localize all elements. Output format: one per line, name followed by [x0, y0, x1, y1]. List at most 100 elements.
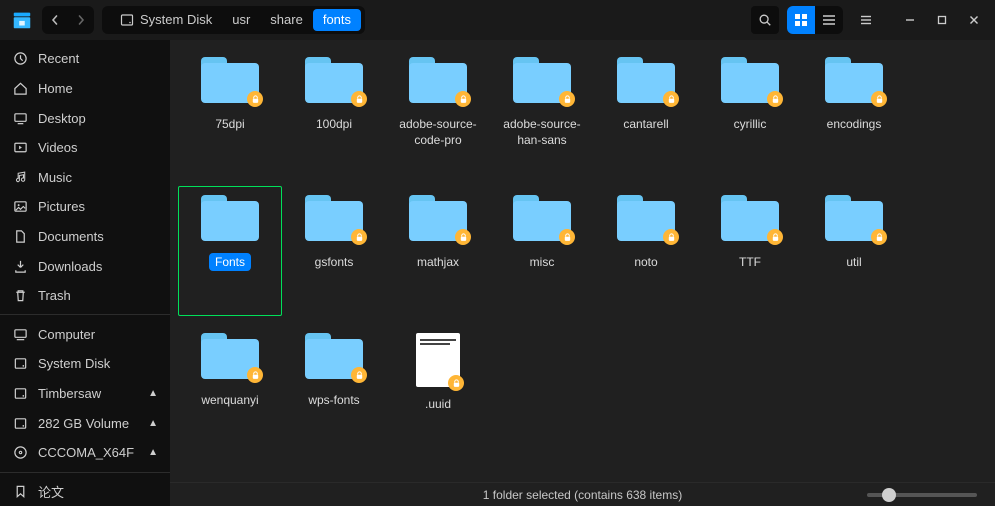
lock-badge-icon [455, 229, 471, 245]
menu-button[interactable] [851, 5, 881, 35]
folder-item[interactable]: gsfonts [282, 186, 386, 316]
lock-badge-icon [247, 91, 263, 107]
folder-icon [409, 57, 467, 103]
item-label: .uuid [419, 395, 457, 413]
item-label: cantarell [617, 115, 674, 133]
sidebar-item[interactable]: Recent [0, 44, 170, 74]
folder-item[interactable]: TTF [698, 186, 802, 316]
sidebar-item[interactable]: CCCOMA_X64F ▲ [0, 438, 170, 468]
file-icon [416, 333, 460, 387]
folder-item[interactable]: 75dpi [178, 48, 282, 178]
nav-back-button[interactable] [42, 6, 68, 34]
sidebar-item-label: Documents [38, 229, 104, 244]
folder-item[interactable]: wenquanyi [178, 324, 282, 454]
sidebar-item[interactable]: System Disk [0, 349, 170, 379]
folder-item[interactable]: Fonts [178, 186, 282, 316]
folder-icon [721, 195, 779, 241]
lock-badge-icon [559, 229, 575, 245]
sidebar-item-label: 282 GB Volume [38, 416, 129, 431]
sidebar-item[interactable]: Computer [0, 319, 170, 349]
window-controls [895, 5, 989, 35]
item-label: util [840, 253, 867, 271]
folder-item[interactable]: adobe-source-han-sans [490, 48, 594, 178]
sidebar-item[interactable]: Pictures [0, 192, 170, 222]
folder-item[interactable]: wps-fonts [282, 324, 386, 454]
sidebar-item[interactable]: Home [0, 74, 170, 104]
item-label: mathjax [411, 253, 465, 271]
zoom-handle[interactable] [882, 488, 896, 502]
folder-item[interactable]: cantarell [594, 48, 698, 178]
sidebar-item-label: Home [38, 81, 73, 96]
folder-item[interactable]: util [802, 186, 906, 316]
sidebar-item-label: Pictures [38, 199, 85, 214]
sidebar-item[interactable]: Timbersaw▲ [0, 379, 170, 409]
file-item[interactable]: .uuid [386, 324, 490, 454]
folder-item[interactable]: encodings [802, 48, 906, 178]
sidebar-item-label: CCCOMA_X64F [38, 445, 134, 460]
close-button[interactable] [959, 5, 989, 35]
minimize-button[interactable] [895, 5, 925, 35]
eject-icon[interactable]: ▲ [148, 388, 158, 399]
item-label: noto [628, 253, 663, 271]
zoom-slider[interactable] [867, 493, 977, 497]
sidebar-item[interactable]: Music [0, 162, 170, 192]
item-label: 75dpi [209, 115, 250, 133]
disk-icon [12, 356, 28, 372]
item-label: misc [524, 253, 561, 271]
document-icon [12, 228, 28, 244]
file-grid[interactable]: 75dpi 100dpi adobe-source-code-proadobe-so… [170, 40, 995, 482]
lock-badge-icon [455, 91, 471, 107]
sidebar-item[interactable]: 282 GB Volume ▲ [0, 408, 170, 438]
lock-badge-icon [351, 229, 367, 245]
status-text: 1 folder selected (contains 638 items) [483, 488, 682, 502]
folder-item[interactable]: misc [490, 186, 594, 316]
download-icon [12, 258, 28, 274]
view-toggle [787, 6, 843, 34]
sidebar-item[interactable]: Downloads [0, 251, 170, 281]
lock-badge-icon [448, 375, 464, 391]
breadcrumb-label: fonts [323, 9, 351, 31]
eject-icon[interactable]: ▲ [148, 418, 158, 429]
breadcrumb-label: System Disk [140, 9, 212, 31]
disk-icon [12, 415, 28, 431]
sidebar-item-label: Recent [38, 51, 79, 66]
breadcrumb-segment[interactable]: fonts [313, 9, 361, 31]
breadcrumb-segment[interactable]: usr [222, 9, 260, 31]
sidebar-item[interactable]: 论文 [0, 477, 170, 506]
folder-icon [409, 195, 467, 241]
sidebar-item-label: 论文 [38, 482, 64, 501]
folder-item[interactable]: noto [594, 186, 698, 316]
icon-view-button[interactable] [787, 6, 815, 34]
sidebar-item-label: Trash [38, 288, 71, 303]
folder-icon [305, 333, 363, 379]
folder-item[interactable]: cyrillic [698, 48, 802, 178]
breadcrumb: System Disk usr share fonts [102, 6, 365, 34]
eject-icon[interactable]: ▲ [148, 447, 158, 458]
breadcrumb-segment[interactable]: System Disk [110, 9, 222, 31]
list-view-button[interactable] [815, 6, 843, 34]
item-label: 100dpi [310, 115, 358, 133]
maximize-button[interactable] [927, 5, 957, 35]
lock-badge-icon [351, 91, 367, 107]
titlebar: System Disk usr share fonts [0, 0, 995, 40]
nav-forward-button[interactable] [68, 6, 94, 34]
lock-badge-icon [559, 91, 575, 107]
sidebar-item[interactable]: Videos [0, 133, 170, 163]
folder-icon [513, 57, 571, 103]
folder-item[interactable]: mathjax [386, 186, 490, 316]
item-label: gsfonts [309, 253, 360, 271]
folder-item[interactable]: adobe-source-code-pro [386, 48, 490, 178]
sidebar-item[interactable]: Documents [0, 222, 170, 252]
search-button[interactable] [751, 6, 779, 34]
breadcrumb-label: usr [232, 9, 250, 31]
sidebar-item[interactable]: Desktop [0, 103, 170, 133]
folder-icon [201, 57, 259, 103]
folder-icon [825, 195, 883, 241]
folder-icon [617, 195, 675, 241]
item-label: adobe-source-han-sans [492, 115, 592, 149]
sidebar-item[interactable]: Trash [0, 281, 170, 311]
video-icon [12, 140, 28, 156]
folder-item[interactable]: 100dpi [282, 48, 386, 178]
breadcrumb-segment[interactable]: share [260, 9, 313, 31]
lock-badge-icon [247, 367, 263, 383]
